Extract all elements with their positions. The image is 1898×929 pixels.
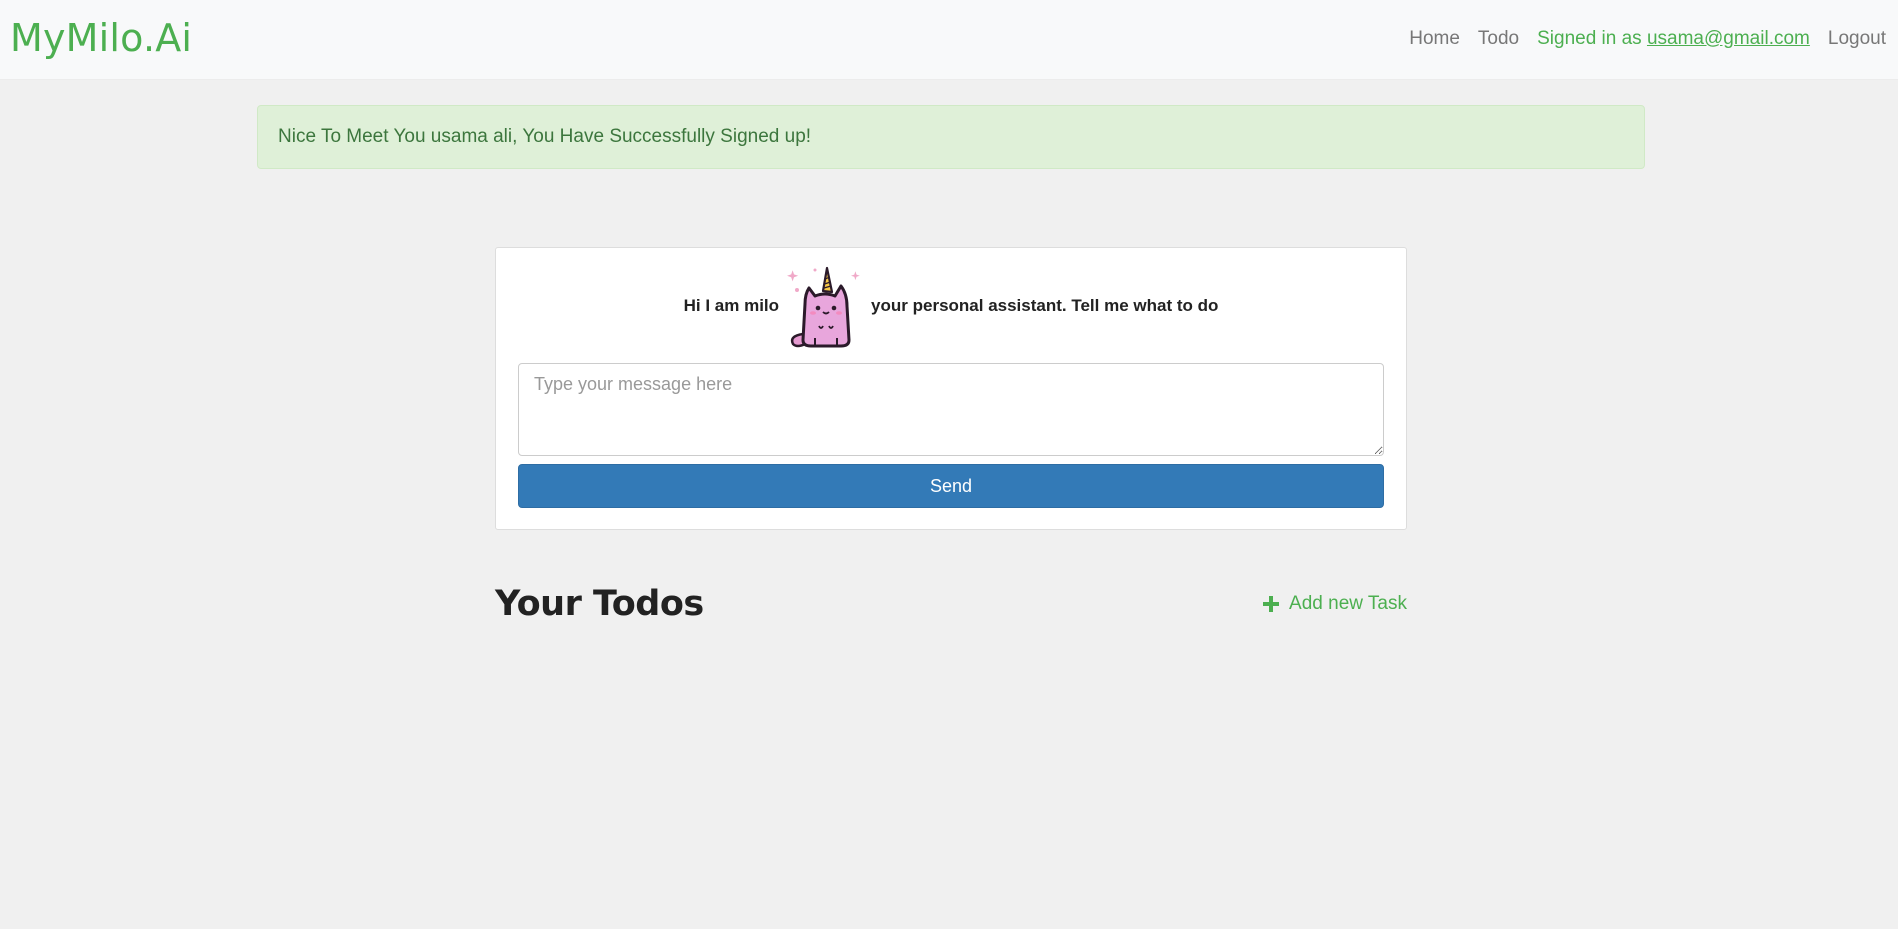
chat-panel: Hi I am milo your personal assistant. Te… <box>495 247 1407 530</box>
add-new-task-button[interactable]: Add new Task <box>1263 593 1407 615</box>
send-button[interactable]: Send <box>518 464 1384 508</box>
nav-links: Home Todo Signed in as usama@gmail.com L… <box>1409 28 1886 50</box>
greeting-left-text: Hi I am milo <box>683 296 780 315</box>
navbar: MyMilo.Ai Home Todo Signed in as usama@g… <box>0 0 1898 80</box>
message-input[interactable] <box>518 363 1384 456</box>
greeting: Hi I am milo your personal assistant. Te… <box>496 264 1406 348</box>
add-new-task-label: Add new Task <box>1289 593 1407 614</box>
nav-logout-link[interactable]: Logout <box>1828 28 1886 50</box>
nav-todo-link[interactable]: Todo <box>1478 28 1519 50</box>
unicorn-cat-icon <box>785 264 865 348</box>
brand-logo[interactable]: MyMilo.Ai <box>10 16 192 60</box>
signed-in-status: Signed in as usama@gmail.com <box>1537 28 1810 50</box>
signed-in-prefix: Signed in as <box>1537 28 1647 49</box>
nav-home-link[interactable]: Home <box>1409 28 1460 50</box>
success-alert: Nice To Meet You usama ali, You Have Suc… <box>257 105 1645 169</box>
user-email-link[interactable]: usama@gmail.com <box>1647 28 1810 49</box>
greeting-right-text: your personal assistant. Tell me what to… <box>871 296 1219 315</box>
plus-icon <box>1263 596 1280 612</box>
todos-title: Your Todos <box>495 584 704 624</box>
